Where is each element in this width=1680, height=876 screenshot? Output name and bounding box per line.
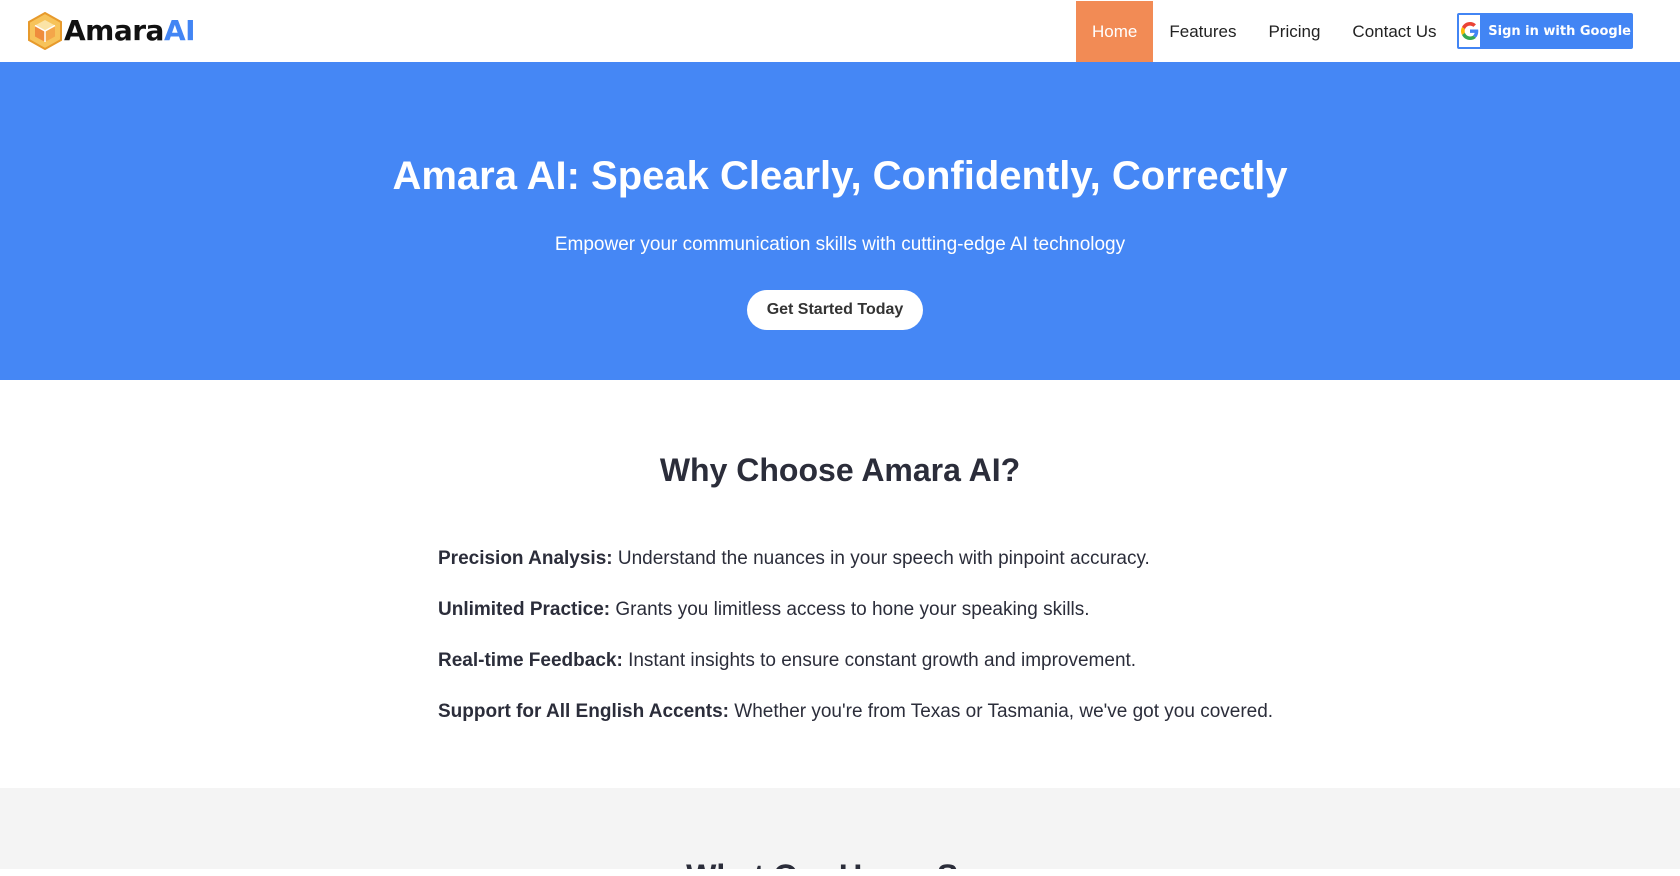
features-heading: Why Choose Amara AI?	[659, 452, 1021, 488]
top-navbar: AmaraAI Home Features Pricing Contact Us…	[0, 0, 1680, 62]
brand-wordmark: AmaraAI	[64, 11, 196, 51]
get-started-button[interactable]: Get Started Today	[747, 290, 923, 330]
hero-title: Amara AI: Speak Clearly, Confidently, Co…	[392, 154, 1288, 198]
hero-section: Amara AI: Speak Clearly, Confidently, Co…	[0, 62, 1680, 380]
feature-item: Precision Analysis: Understand the nuanc…	[438, 547, 1273, 598]
feature-item: Support for All English Accents: Whether…	[438, 700, 1273, 751]
brand-logo[interactable]: AmaraAI	[28, 11, 196, 51]
hero-subtitle: Empower your communication skills with c…	[554, 234, 1126, 255]
feature-text: Whether you're from Texas or Tasmania, w…	[734, 701, 1274, 722]
feature-text: Understand the nuances in your speech wi…	[617, 548, 1150, 569]
google-signin-label: Sign in with Google	[1488, 23, 1631, 39]
feature-text: Instant insights to ensure constant grow…	[628, 650, 1137, 671]
google-g-icon	[1459, 15, 1481, 47]
feature-text: Grants you limitless access to hone your…	[615, 599, 1090, 620]
testimonials-section: What Our Users Say	[0, 788, 1680, 876]
nav-item-pricing[interactable]: Pricing	[1252, 1, 1336, 62]
main-nav: Home Features Pricing Contact Us	[1076, 1, 1453, 62]
feature-list: Precision Analysis: Understand the nuanc…	[438, 547, 1273, 751]
feature-title: Unlimited Practice:	[438, 599, 611, 620]
nav-item-home[interactable]: Home	[1076, 1, 1154, 62]
feature-title: Support for All English Accents:	[438, 701, 729, 722]
feature-item: Unlimited Practice: Grants you limitless…	[438, 598, 1273, 649]
viewport-bottom-edge	[0, 869, 1680, 876]
hexagon-cube-logo-icon	[28, 12, 62, 50]
feature-item: Real-time Feedback: Instant insights to …	[438, 649, 1273, 700]
brand-name-part1: Amara	[64, 14, 164, 47]
features-section: Why Choose Amara AI? Precision Analysis:…	[0, 380, 1680, 788]
google-signin-button[interactable]: Sign in with Google	[1457, 13, 1633, 49]
feature-title: Precision Analysis:	[438, 548, 613, 569]
nav-item-contact-us[interactable]: Contact Us	[1336, 1, 1452, 62]
nav-item-features[interactable]: Features	[1153, 1, 1252, 62]
feature-title: Real-time Feedback:	[438, 650, 623, 671]
brand-name-part2: AI	[163, 14, 196, 47]
